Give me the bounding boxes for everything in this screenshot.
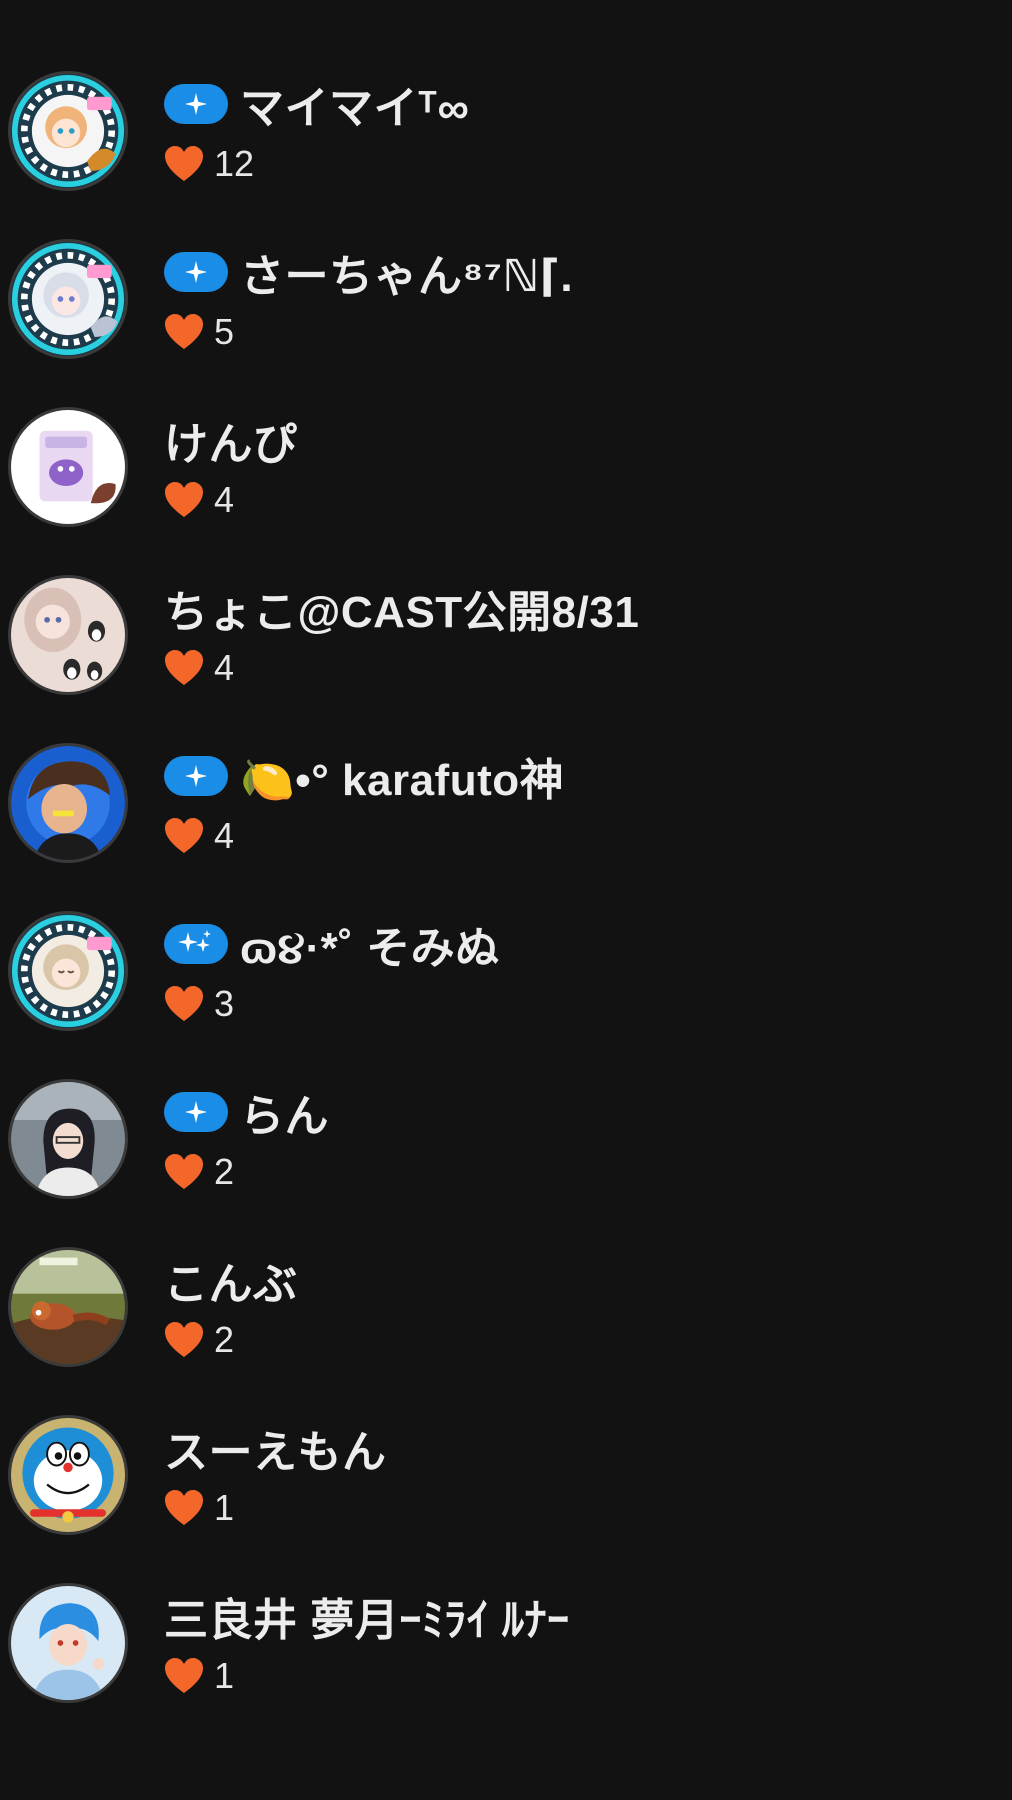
heart-icon	[164, 145, 204, 183]
user-row[interactable]: 三良井 夢月ｰﾐﾗｲ ﾙﾅｰ 1	[0, 1582, 1012, 1750]
like-count: 12	[214, 143, 255, 184]
avatar[interactable]	[8, 239, 128, 359]
heart-icon	[164, 817, 204, 855]
username[interactable]: ちょこ@CAST公開8/31	[164, 576, 639, 640]
sparkle-badge-icon	[164, 756, 228, 796]
user-row[interactable]: マイマイᵀ∞ 12	[0, 70, 1012, 238]
user-row[interactable]: けんぴ 4	[0, 406, 1012, 574]
like-count: 4	[214, 479, 235, 520]
heart-icon	[164, 1153, 204, 1191]
avatar[interactable]	[8, 743, 128, 863]
avatar[interactable]	[8, 1079, 128, 1199]
user-row[interactable]: スーえもん 1	[0, 1414, 1012, 1582]
username[interactable]: さーちゃん⁸⁷ℕ⌈.	[240, 240, 573, 304]
user-row[interactable]: ちょこ@CAST公開8/31 4	[0, 574, 1012, 742]
heart-icon	[164, 481, 204, 519]
username[interactable]: 三良井 夢月ｰﾐﾗｲ ﾙﾅｰ	[164, 1584, 569, 1648]
avatar[interactable]	[8, 1247, 128, 1367]
sparkle-badge-icon	[164, 1092, 228, 1132]
username[interactable]: こんぶ	[164, 1248, 298, 1312]
heart-icon	[164, 649, 204, 687]
avatar[interactable]	[8, 575, 128, 695]
like-count: 4	[214, 647, 235, 688]
user-row[interactable]: こんぶ 2	[0, 1246, 1012, 1414]
like-count: 3	[214, 983, 235, 1024]
username[interactable]: マイマイᵀ∞	[240, 72, 469, 136]
sparkle-badge-icon	[164, 252, 228, 292]
username[interactable]: らん	[240, 1080, 329, 1144]
like-count: 1	[214, 1655, 235, 1696]
like-count: 5	[214, 311, 235, 352]
user-row[interactable]: らん 2	[0, 1078, 1012, 1246]
avatar[interactable]	[8, 1583, 128, 1703]
avatar[interactable]	[8, 911, 128, 1031]
like-count: 4	[214, 815, 235, 856]
avatar[interactable]	[8, 1415, 128, 1535]
heart-icon	[164, 1321, 204, 1359]
username[interactable]: けんぴ	[164, 408, 298, 472]
heart-icon	[164, 1657, 204, 1695]
username[interactable]: ɷ૪·*˚ そみぬ	[240, 912, 500, 976]
heart-icon	[164, 985, 204, 1023]
like-count: 2	[214, 1319, 235, 1360]
sparkle-badge-icon	[164, 84, 228, 124]
user-row[interactable]: さーちゃん⁸⁷ℕ⌈. 5	[0, 238, 1012, 406]
like-count: 2	[214, 1151, 235, 1192]
double-sparkle-badge-icon	[164, 924, 228, 964]
username[interactable]: スーえもん	[164, 1416, 387, 1480]
like-count: 1	[214, 1487, 235, 1528]
user-row[interactable]: 🍋•° karafuto神 4	[0, 742, 1012, 910]
heart-icon	[164, 313, 204, 351]
avatar[interactable]	[8, 71, 128, 191]
heart-icon	[164, 1489, 204, 1527]
avatar[interactable]	[8, 407, 128, 527]
user-row[interactable]: ɷ૪·*˚ そみぬ 3	[0, 910, 1012, 1078]
username[interactable]: 🍋•° karafuto神	[240, 744, 564, 808]
